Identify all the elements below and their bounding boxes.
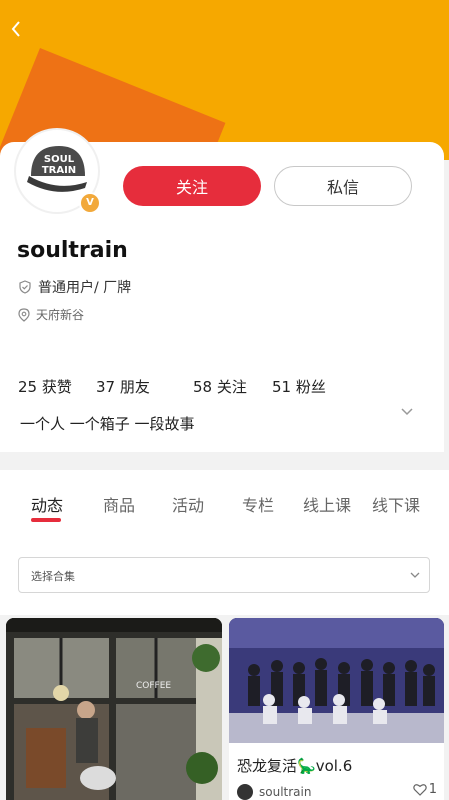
post-image [229, 618, 444, 743]
svg-text:SOUL: SOUL [44, 154, 75, 165]
active-tab-indicator [31, 518, 61, 522]
likes-count: 25 [18, 378, 38, 396]
post-feed: COFFEE 恐龙复活🦕vol.6 soultrain 1 [0, 615, 449, 800]
like-button[interactable]: 1 [412, 782, 437, 797]
tab-columns[interactable]: 专栏 [242, 492, 274, 516]
tab-online-courses[interactable]: 线上课 [303, 492, 351, 516]
post-author[interactable]: soultrain [237, 784, 311, 800]
author-avatar [237, 784, 253, 800]
tab-events[interactable]: 活动 [172, 492, 204, 516]
friends-count: 37 [96, 378, 116, 396]
fans-label: 粉丝 [295, 378, 326, 396]
post-title-text: 恐龙复活 [237, 757, 298, 775]
dinosaur-emoji: 🦕 [297, 757, 316, 775]
like-count: 1 [428, 782, 437, 797]
message-button[interactable]: 私信 [274, 166, 412, 206]
following-label: 关注 [216, 378, 247, 396]
collection-select[interactable]: 选择合集 [18, 557, 430, 593]
username: soultrain [17, 238, 128, 263]
back-button[interactable] [10, 20, 22, 43]
friends-stat[interactable]: 37 朋友 [96, 376, 150, 397]
user-type-label: 普通用户/ 厂牌 [38, 280, 132, 296]
tab-offline-courses[interactable]: 线下课 [372, 492, 420, 516]
author-name: soultrain [259, 785, 312, 799]
tab-dynamics[interactable]: 动态 [31, 492, 63, 516]
post-card[interactable]: 恐龙复活🦕vol.6 soultrain 1 [229, 618, 444, 800]
post-title: 恐龙复活🦕vol.6 [237, 755, 352, 776]
location-label: 天府新谷 [36, 308, 85, 322]
follow-button[interactable]: 关注 [123, 166, 261, 206]
group-dance-photo [229, 618, 444, 743]
likes-stat[interactable]: 25 获赞 [18, 376, 72, 397]
verified-badge: V [79, 192, 101, 214]
location-row: 天府新谷 [18, 306, 84, 323]
bio-text: 一个人 一个箱子 一段故事 [20, 415, 195, 433]
user-type-row: 普通用户/ 厂牌 [18, 277, 131, 297]
chevron-down-icon[interactable] [400, 405, 414, 419]
cafe-sign: COFFEE [136, 681, 171, 691]
chevron-down-icon [410, 572, 420, 578]
likes-label: 获赞 [41, 378, 72, 396]
heart-icon [412, 784, 427, 796]
svg-text:TRAIN: TRAIN [42, 165, 76, 176]
tab-products[interactable]: 商品 [103, 492, 135, 516]
location-pin-icon [18, 307, 30, 322]
post-card[interactable]: COFFEE [6, 618, 222, 800]
fans-count: 51 [272, 378, 292, 396]
following-count: 58 [193, 378, 213, 396]
chevron-left-icon [11, 21, 20, 37]
following-stat[interactable]: 58 关注 [193, 376, 247, 397]
fans-stat[interactable]: 51 粉丝 [272, 376, 326, 397]
filter-area: 选择合集 [0, 540, 449, 615]
cafe-storefront-photo: COFFEE [6, 618, 222, 800]
friends-label: 朋友 [119, 378, 150, 396]
content-tabs: 动态 商品 活动 专栏 线上课 线下课 [0, 470, 449, 540]
verified-shield-icon [19, 280, 31, 294]
cap-logo-image: SOUL TRAIN [27, 146, 87, 192]
collection-select-placeholder: 选择合集 [31, 570, 75, 583]
post-title-suffix: vol.6 [315, 757, 353, 775]
